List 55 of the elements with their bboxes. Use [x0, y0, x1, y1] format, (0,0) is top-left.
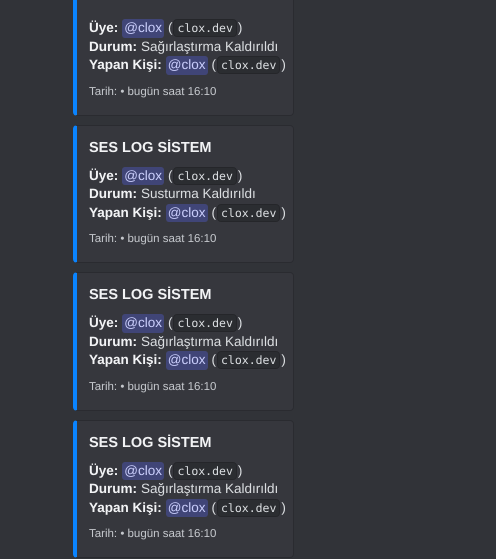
field-label: Üye:: [89, 19, 118, 37]
user-mention[interactable]: @clox: [166, 204, 208, 222]
embed-title: SES LOG SİSTEM: [89, 286, 212, 305]
field-label: Yapan Kişi:: [89, 498, 162, 517]
field-label: Durum:: [89, 332, 137, 350]
embed-footer: Tarih: • bugün saat 16:10: [89, 84, 281, 100]
parenthesis: (: [212, 204, 216, 222]
parenthesis: ): [281, 56, 286, 74]
inline-code: clox.dev: [217, 498, 280, 517]
field-label: Durum:: [89, 185, 137, 203]
inline-code: clox.dev: [173, 462, 237, 480]
user-mention[interactable]: @clox: [166, 498, 208, 517]
field-label: Durum:: [89, 38, 137, 56]
embed-footer: Tarih: • bugün saat 16:10: [89, 378, 281, 394]
field-label: Yapan Kişi:: [89, 204, 162, 222]
field-value: Sağırlaştırma Kaldırıldı: [141, 38, 278, 56]
inline-code: clox.dev: [217, 56, 280, 74]
user-mention[interactable]: @clox: [166, 351, 208, 370]
parenthesis: (: [212, 56, 216, 74]
field-label: Üye:: [89, 462, 118, 480]
user-mention[interactable]: @clox: [122, 166, 164, 185]
inline-code: clox.dev: [173, 166, 237, 185]
field-label: Üye:: [89, 314, 118, 332]
inline-code: clox.dev: [217, 351, 280, 370]
field-label: Yapan Kişi:: [89, 351, 162, 369]
parenthesis: (: [168, 462, 172, 480]
field-label: Üye:: [89, 166, 118, 185]
field-value: Sağırlaştırma Kaldırıldı: [141, 332, 278, 351]
user-mention[interactable]: @clox: [166, 56, 208, 74]
embed-footer: Tarih: • bugün saat 16:10: [89, 231, 281, 247]
parenthesis: ): [238, 19, 242, 37]
embed-title: SES LOG SİSTEM: [89, 138, 212, 158]
field-value: Sağırlaştırma Kaldırıldı: [141, 480, 278, 498]
user-mention[interactable]: @clox: [122, 462, 164, 480]
parenthesis: (: [168, 19, 172, 37]
field-label: Yapan Kişi:: [89, 56, 162, 74]
inline-code: clox.dev: [173, 19, 237, 38]
parenthesis: ): [281, 498, 286, 517]
field-label: Durum:: [89, 480, 137, 498]
user-mention[interactable]: @clox: [122, 19, 164, 38]
parenthesis: (: [168, 166, 172, 185]
inline-code: clox.dev: [173, 314, 237, 332]
parenthesis: ): [238, 166, 242, 185]
embed-title: SES LOG SİSTEM: [89, 434, 212, 452]
parenthesis: ): [281, 204, 286, 222]
parenthesis: ): [281, 351, 286, 369]
parenthesis: (: [212, 498, 216, 517]
parenthesis: (: [168, 314, 172, 332]
user-mention[interactable]: @clox: [122, 314, 164, 332]
embed-footer: Tarih: • bugün saat 16:10: [89, 526, 281, 542]
parenthesis: (: [212, 351, 216, 369]
inline-code: clox.dev: [217, 204, 280, 222]
field-value: Susturma Kaldırıldı: [141, 185, 256, 203]
parenthesis: ): [238, 314, 242, 332]
parenthesis: ): [238, 462, 242, 480]
